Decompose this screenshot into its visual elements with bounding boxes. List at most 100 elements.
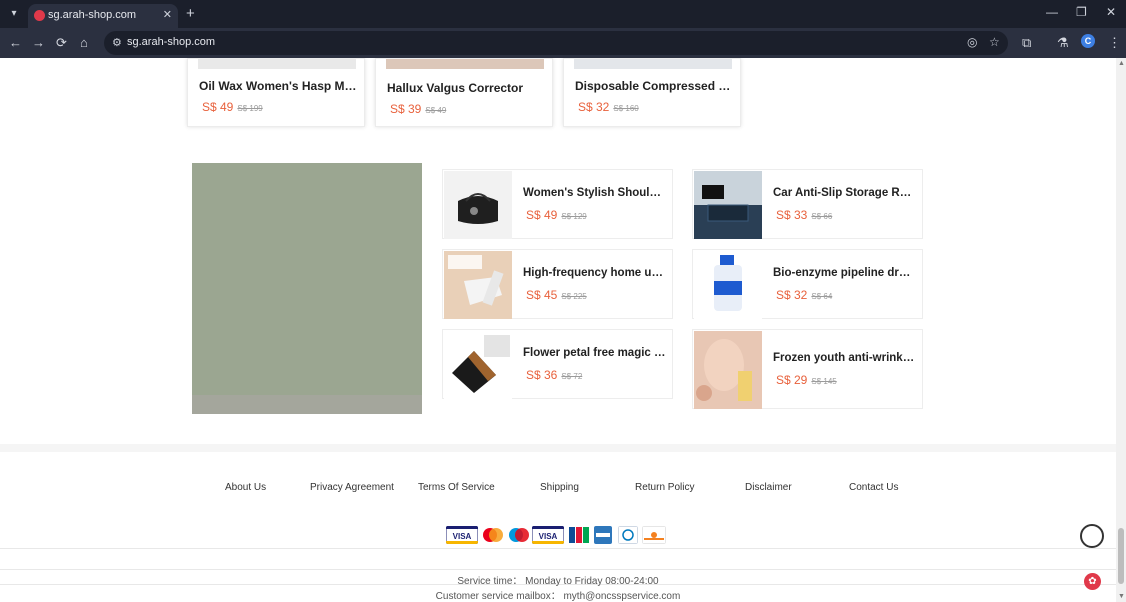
active-tab[interactable]: sg.arah-shop.com ✕	[28, 4, 178, 28]
product-card[interactable]: Oil Wax Women's Hasp Money ... S$ 49S$ 1…	[187, 58, 365, 127]
section-divider	[0, 444, 1116, 452]
vacuum-icon	[444, 251, 512, 319]
current-price: S$ 45	[526, 288, 558, 302]
site-info-icon[interactable]: ⚙	[112, 36, 122, 49]
restore-icon[interactable]: ❐	[1076, 5, 1087, 19]
footer-link-contact[interactable]: Contact Us	[849, 482, 898, 493]
product-price: S$ 36 S$ 72	[526, 368, 582, 382]
chat-bubble-icon[interactable]: ✿	[1084, 573, 1101, 590]
tab-title: sg.arah-shop.com	[48, 9, 137, 21]
product-title[interactable]: Frozen youth anti-wrinkle e...	[773, 352, 916, 364]
footer-link-about[interactable]: About Us	[225, 482, 266, 493]
product-card[interactable]: Disposable Compressed Cotto... S$ 32S$ 1…	[563, 58, 741, 127]
maestro-icon	[509, 528, 529, 542]
product-price: S$ 39 S$ 49	[390, 102, 446, 116]
current-price: S$ 33	[776, 208, 808, 222]
mastercard-icon	[483, 528, 503, 542]
product-image	[386, 59, 544, 69]
footer-link-shipping[interactable]: Shipping	[540, 482, 579, 493]
promo-banner[interactable]	[192, 163, 422, 414]
product-title[interactable]: Hallux Valgus Corrector	[387, 81, 545, 95]
current-price: S$ 32	[776, 288, 808, 302]
bookmark-star-icon[interactable]: ☆	[989, 35, 1000, 49]
jcb-icon	[569, 527, 589, 543]
scroll-thumb[interactable]	[1118, 528, 1124, 584]
page-scrollbar[interactable]: ▲ ▼	[1116, 58, 1126, 602]
current-price: S$ 49	[202, 100, 234, 114]
original-price: S$ 145	[811, 377, 837, 386]
current-price: S$ 49	[526, 208, 558, 222]
reload-icon[interactable]: ⟳	[56, 35, 67, 51]
product-image	[574, 59, 732, 69]
original-price: S$ 49	[425, 106, 447, 115]
url-text[interactable]: sg.arah-shop.com	[127, 36, 215, 48]
product-card[interactable]: High-frequency home use ... S$ 45 S$ 225	[442, 249, 673, 319]
discover-icon	[642, 526, 666, 544]
product-price: S$ 45 S$ 225	[526, 288, 587, 302]
product-title[interactable]: High-frequency home use ...	[523, 267, 666, 279]
new-tab-icon[interactable]: +	[186, 6, 195, 21]
product-title[interactable]: Flower petal free magic ma...	[523, 347, 666, 359]
footer-link-terms[interactable]: Terms Of Service	[418, 482, 495, 493]
minimize-icon[interactable]: —	[1046, 5, 1058, 19]
svg-text:VISA: VISA	[453, 532, 472, 541]
footer-link-privacy[interactable]: Privacy Agreement	[310, 482, 394, 493]
svg-text:VISA: VISA	[539, 532, 558, 541]
footer-link-disclaimer[interactable]: Disclaimer	[745, 482, 792, 493]
back-icon[interactable]: ←	[9, 35, 22, 51]
site-favicon-icon	[34, 10, 45, 21]
current-price: S$ 36	[526, 368, 558, 382]
address-bar[interactable]: ⚙ sg.arah-shop.com ◎ ☆	[104, 31, 1008, 55]
product-card[interactable]: Bio-enzyme pipeline dredgi... S$ 32S$ 64	[692, 249, 923, 319]
car-mat-icon	[694, 171, 762, 239]
diners-club-icon	[618, 526, 638, 544]
tab-search-icon[interactable]: ▾	[6, 6, 22, 22]
current-price: S$ 39	[390, 102, 422, 116]
customer-support-headset-icon[interactable]	[1080, 524, 1104, 548]
tab-close-icon[interactable]: ✕	[163, 8, 172, 21]
scroll-down-arrow-icon[interactable]: ▼	[1118, 593, 1125, 600]
bag-icon	[444, 171, 512, 239]
product-price: S$ 32 S$ 160	[578, 100, 639, 114]
footer-links: About Us Privacy Agreement Terms Of Serv…	[0, 482, 1116, 502]
footer-link-return[interactable]: Return Policy	[635, 482, 694, 493]
product-image	[198, 59, 356, 69]
product-card[interactable]: Car Anti-Slip Storage Rack S$ 33 S$ 66	[692, 169, 923, 239]
service-mailbox: Customer service mailbox： myth@oncsspser…	[435, 591, 681, 602]
amex-icon	[594, 526, 612, 544]
product-price: S$ 29 S$ 145	[776, 373, 837, 387]
home-icon[interactable]: ⌂	[80, 35, 88, 51]
product-title[interactable]: Bio-enzyme pipeline dredgi...	[773, 267, 916, 279]
browser-tab-strip: ▾ sg.arah-shop.com ✕ + — ❐ ✕	[0, 0, 1126, 28]
profile-avatar[interactable]: C	[1081, 34, 1095, 48]
product-title[interactable]: Oil Wax Women's Hasp Money ...	[199, 79, 357, 93]
extensions-icon[interactable]: ⧉	[1022, 35, 1031, 51]
face-serum-icon	[694, 331, 762, 409]
labs-icon[interactable]: ⚗	[1057, 35, 1069, 51]
scroll-up-arrow-icon[interactable]: ▲	[1118, 60, 1125, 67]
current-price: S$ 32	[578, 100, 610, 114]
product-title[interactable]: Disposable Compressed Cotto...	[575, 79, 733, 93]
menu-icon[interactable]: ⋮	[1108, 35, 1121, 51]
visa-icon: VISA	[446, 526, 478, 544]
product-card[interactable]: Hallux Valgus Corrector S$ 39 S$ 49	[375, 58, 553, 127]
product-card[interactable]: Flower petal free magic ma... S$ 36 S$ 72	[442, 329, 673, 399]
forward-icon[interactable]: →	[32, 35, 45, 51]
product-price: S$ 49 S$ 199	[202, 100, 263, 114]
product-price: S$ 32 S$ 64	[776, 288, 832, 302]
product-price: S$ 49 S$ 129	[526, 208, 587, 222]
bottle-icon	[694, 251, 762, 319]
makeup-pad-icon	[444, 331, 512, 399]
service-time: Service time： Monday to Friday 08:00-24:…	[457, 576, 659, 587]
product-card[interactable]: Women's Stylish Shoulder B... S$ 49S$ 12…	[442, 169, 673, 239]
product-card[interactable]: Frozen youth anti-wrinkle e... S$ 29 S$ 1…	[692, 329, 923, 409]
original-price: S$ 225	[561, 292, 587, 301]
current-price: S$ 29	[776, 373, 808, 387]
product-title[interactable]: Women's Stylish Shoulder B...	[523, 187, 666, 199]
visa-icon: VISA	[532, 526, 564, 544]
browser-toolbar: ← → ⟳ ⌂ ⚙ sg.arah-shop.com ◎ ☆ ⧉ ⚗ C ⋮	[0, 28, 1126, 58]
close-window-icon[interactable]: ✕	[1106, 5, 1116, 19]
eye-off-icon[interactable]: ◎	[967, 35, 977, 49]
product-title[interactable]: Car Anti-Slip Storage Rack	[773, 187, 916, 199]
original-price: S$ 160	[613, 104, 639, 113]
